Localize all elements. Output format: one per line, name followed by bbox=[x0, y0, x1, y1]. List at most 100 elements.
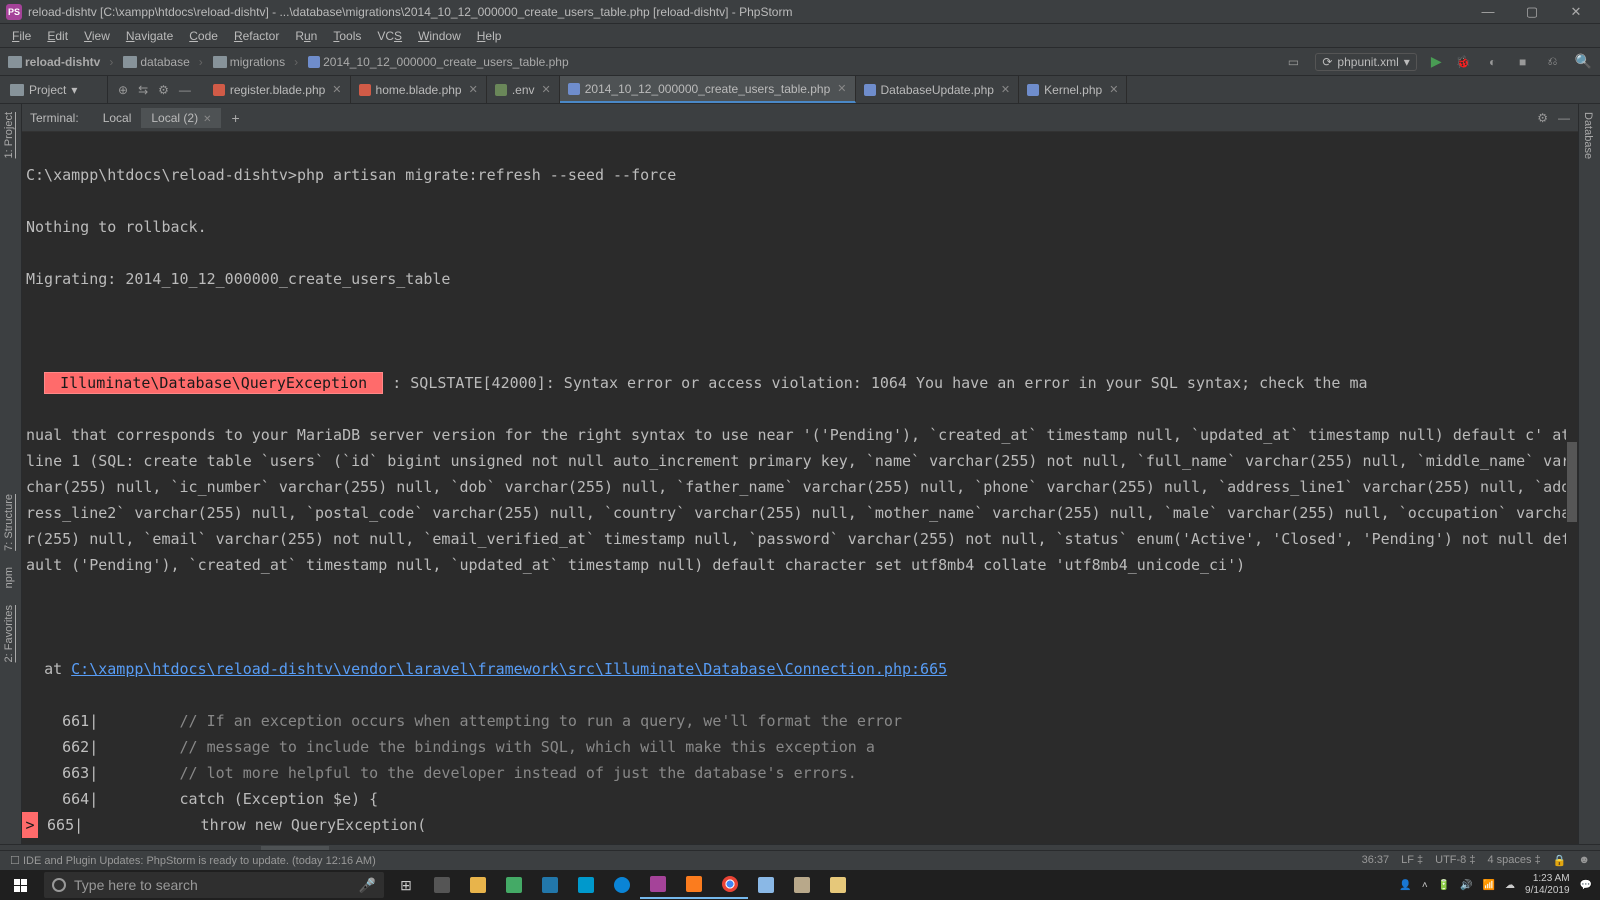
menu-navigate[interactable]: Navigate bbox=[120, 27, 179, 45]
tab-label: DatabaseUpdate.php bbox=[881, 83, 994, 97]
search-everywhere-icon[interactable]: 🔍 bbox=[1575, 53, 1592, 70]
file-encoding[interactable]: UTF-8 ‡ bbox=[1435, 854, 1475, 867]
lock-icon[interactable]: 🔒 bbox=[1553, 854, 1567, 867]
notification-center-icon[interactable]: 💬 bbox=[1580, 880, 1592, 891]
paint-button[interactable] bbox=[820, 871, 856, 899]
editor-tab[interactable]: home.blade.php✕ bbox=[351, 76, 487, 103]
taskbar-app[interactable] bbox=[496, 871, 532, 899]
close-icon[interactable]: ✕ bbox=[469, 83, 478, 96]
gear-icon[interactable]: ⚙ bbox=[158, 83, 169, 97]
run-button[interactable]: ▶ bbox=[1431, 53, 1442, 70]
run-config-dropdown[interactable]: ⟳ phpunit.xml ▾ bbox=[1315, 53, 1416, 71]
indent-config[interactable]: 4 spaces ‡ bbox=[1488, 854, 1541, 867]
wifi-icon[interactable]: 📶 bbox=[1483, 880, 1495, 891]
menu-refactor[interactable]: Refactor bbox=[228, 27, 285, 45]
php-icon bbox=[308, 56, 320, 68]
minimize-tool-icon[interactable]: — bbox=[179, 83, 191, 97]
editor-tab[interactable]: .env✕ bbox=[487, 76, 560, 103]
debug-button[interactable]: 🐞 bbox=[1456, 55, 1471, 69]
menu-code[interactable]: Code bbox=[183, 27, 224, 45]
minimize-icon[interactable]: — bbox=[1558, 111, 1570, 125]
people-icon[interactable]: 👤 bbox=[1399, 880, 1411, 891]
close-button[interactable]: ✕ bbox=[1568, 4, 1584, 20]
editor-tab[interactable]: register.blade.php✕ bbox=[205, 76, 351, 103]
status-bar: ☐ IDE and Plugin Updates: PhpStorm is re… bbox=[0, 850, 1600, 870]
coverage-button[interactable]: ◐ bbox=[1485, 54, 1501, 70]
editor-tab[interactable]: DatabaseUpdate.php ✕ bbox=[856, 76, 1020, 103]
tool-project[interactable]: 1: Project bbox=[0, 104, 18, 166]
taskbar-app[interactable] bbox=[568, 871, 604, 899]
battery-icon[interactable]: 🔋 bbox=[1438, 880, 1450, 891]
close-icon[interactable]: ✕ bbox=[1109, 83, 1118, 96]
menu-vcs[interactable]: VCS bbox=[371, 27, 408, 45]
close-icon[interactable]: ✕ bbox=[1001, 83, 1010, 96]
task-view-button[interactable]: ⊞ bbox=[388, 871, 424, 899]
tool-database[interactable]: Database bbox=[1579, 104, 1597, 167]
menu-run[interactable]: Run bbox=[289, 27, 323, 45]
maximize-button[interactable]: ▢ bbox=[1524, 4, 1540, 20]
breadcrumb-file[interactable]: 2014_10_12_000000_create_users_table.php bbox=[308, 55, 569, 69]
inspection-icon[interactable]: ☻ bbox=[1578, 854, 1590, 867]
minimize-button[interactable]: — bbox=[1480, 4, 1496, 20]
tool-structure[interactable]: 7: Structure bbox=[0, 486, 18, 559]
caret-position[interactable]: 36:37 bbox=[1362, 854, 1390, 867]
menu-file[interactable]: File bbox=[6, 27, 37, 45]
collapse-icon[interactable]: ⇆ bbox=[138, 83, 148, 97]
taskbar-search[interactable]: Type here to search 🎤 bbox=[44, 872, 384, 898]
target-icon[interactable]: ⊕ bbox=[118, 83, 128, 97]
close-icon[interactable]: ✕ bbox=[542, 83, 551, 96]
app-icon bbox=[434, 877, 450, 893]
windows-logo-icon bbox=[14, 879, 27, 892]
taskbar-app[interactable] bbox=[784, 871, 820, 899]
terminal-output[interactable]: C:\xampp\htdocs\reload-dishtv>php artisa… bbox=[22, 132, 1578, 844]
taskbar-clock[interactable]: 1:23 AM 9/14/2019 bbox=[1525, 873, 1570, 897]
stack-file-link[interactable]: C:\xampp\htdocs\reload-dishtv\vendor\lar… bbox=[71, 660, 947, 678]
taskbar-app[interactable] bbox=[532, 871, 568, 899]
breadcrumb-root[interactable]: reload-dishtv bbox=[8, 55, 113, 69]
file-explorer-button[interactable] bbox=[460, 871, 496, 899]
menu-window[interactable]: Window bbox=[412, 27, 467, 45]
new-terminal-button[interactable]: + bbox=[221, 110, 249, 126]
close-icon[interactable]: ✕ bbox=[203, 114, 211, 125]
error-pointer: > bbox=[22, 812, 38, 838]
tool-npm[interactable]: npm bbox=[0, 559, 18, 596]
taskbar-app[interactable] bbox=[424, 871, 460, 899]
toggle-view-icon[interactable]: ▭ bbox=[1285, 54, 1301, 70]
volume-icon[interactable]: 🔊 bbox=[1460, 880, 1472, 891]
gear-icon[interactable]: ⚙ bbox=[1537, 111, 1548, 125]
phpstorm-button[interactable] bbox=[640, 871, 676, 899]
terminal-scrollbar[interactable] bbox=[1566, 132, 1578, 844]
close-icon[interactable]: ✕ bbox=[332, 83, 341, 96]
stop-button[interactable]: ■ bbox=[1515, 54, 1531, 70]
chrome-button[interactable] bbox=[712, 871, 748, 899]
mic-icon[interactable]: 🎤 bbox=[359, 877, 376, 894]
source-line: 662| // message to include the bindings … bbox=[26, 734, 1574, 760]
menu-help[interactable]: Help bbox=[471, 27, 508, 45]
notepad-button[interactable] bbox=[748, 871, 784, 899]
project-tool-button[interactable]: Project ▾ bbox=[0, 76, 108, 103]
edge-button[interactable] bbox=[604, 871, 640, 899]
close-icon[interactable]: ✕ bbox=[837, 82, 846, 95]
app-icon: PS bbox=[6, 4, 22, 20]
editor-tab[interactable]: Kernel.php✕ bbox=[1019, 76, 1127, 103]
start-button[interactable] bbox=[0, 870, 40, 900]
terminal-tab[interactable]: Local bbox=[93, 108, 142, 128]
xampp-button[interactable] bbox=[676, 871, 712, 899]
notification-icon[interactable]: ☐ bbox=[10, 854, 20, 867]
exception-badge: Illuminate\Database\QueryException bbox=[44, 372, 383, 394]
scrollbar-thumb[interactable] bbox=[1567, 442, 1577, 522]
vcs-button[interactable]: ⎌ bbox=[1545, 54, 1561, 70]
editor-tab[interactable]: 2014_10_12_000000_create_users_table.php… bbox=[560, 76, 856, 103]
tool-favorites[interactable]: 2: Favorites bbox=[0, 597, 18, 670]
breadcrumb-folder[interactable]: migrations bbox=[213, 55, 298, 69]
onedrive-icon[interactable]: ☁ bbox=[1505, 880, 1515, 891]
terminal-tab-active[interactable]: Local (2)✕ bbox=[141, 108, 221, 128]
tray-chevron-icon[interactable]: ˄ bbox=[1422, 880, 1428, 891]
menu-view[interactable]: View bbox=[78, 27, 116, 45]
menu-tools[interactable]: Tools bbox=[327, 27, 367, 45]
navigation-bar: reload-dishtv database migrations 2014_1… bbox=[0, 48, 1600, 76]
breadcrumb-folder[interactable]: database bbox=[123, 55, 202, 69]
menu-edit[interactable]: Edit bbox=[41, 27, 74, 45]
app-icon bbox=[578, 877, 594, 893]
line-separator[interactable]: LF ‡ bbox=[1401, 854, 1423, 867]
